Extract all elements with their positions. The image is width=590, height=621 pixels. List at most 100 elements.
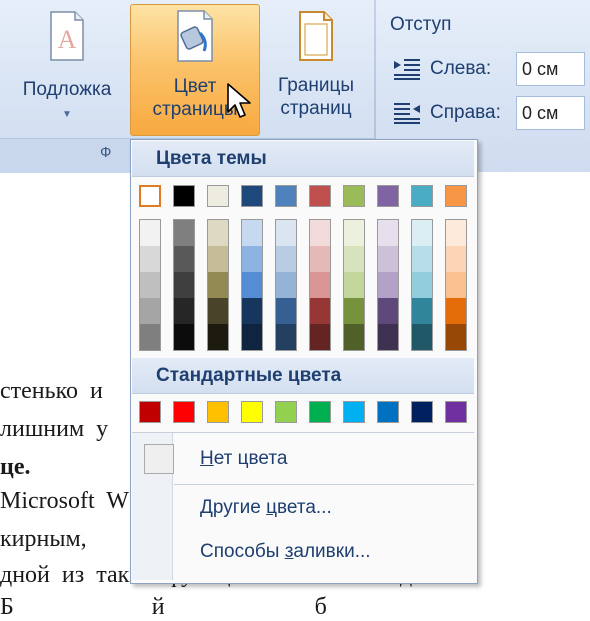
theme-colors-header: Цвета темы xyxy=(132,141,474,177)
theme-color-swatch[interactable] xyxy=(139,185,161,207)
theme-tint-swatch[interactable] xyxy=(174,220,194,246)
theme-tint-swatch[interactable] xyxy=(378,298,398,324)
theme-tint-swatch[interactable] xyxy=(276,324,296,350)
theme-tint-swatch[interactable] xyxy=(242,324,262,350)
more-colors-text-1: Другие xyxy=(200,497,267,518)
indent-right-label: Справа: xyxy=(430,102,501,123)
theme-tint-swatch[interactable] xyxy=(242,246,262,272)
theme-tint-column xyxy=(173,219,195,351)
standard-color-swatch[interactable] xyxy=(411,401,433,423)
page-borders-label-2: страниц xyxy=(280,98,352,119)
theme-tint-swatch[interactable] xyxy=(344,298,364,324)
standard-color-swatch[interactable] xyxy=(241,401,263,423)
fill-effects-item[interactable]: Способы заливки... xyxy=(200,541,371,563)
theme-tint-swatch[interactable] xyxy=(446,324,466,350)
theme-color-swatch[interactable] xyxy=(173,185,195,207)
theme-tint-swatch[interactable] xyxy=(344,272,364,298)
theme-tint-swatch[interactable] xyxy=(446,246,466,272)
theme-tint-swatch[interactable] xyxy=(140,272,160,298)
theme-tint-swatch[interactable] xyxy=(412,298,432,324)
theme-tint-swatch[interactable] xyxy=(412,220,432,246)
indent-right-field[interactable]: 0 см xyxy=(516,96,585,130)
theme-tint-swatch[interactable] xyxy=(140,298,160,324)
more-colors-item[interactable]: Другие цвета... xyxy=(200,497,332,519)
theme-tint-swatch[interactable] xyxy=(174,272,194,298)
theme-tint-swatch[interactable] xyxy=(310,298,330,324)
theme-tint-swatch[interactable] xyxy=(242,220,262,246)
theme-tint-swatch[interactable] xyxy=(242,298,262,324)
theme-tint-swatch[interactable] xyxy=(208,246,228,272)
theme-color-swatch[interactable] xyxy=(343,185,365,207)
theme-tint-swatch[interactable] xyxy=(446,298,466,324)
theme-tint-swatch[interactable] xyxy=(276,272,296,298)
indent-left-label: Слева: xyxy=(430,58,492,79)
standard-color-swatch[interactable] xyxy=(377,401,399,423)
theme-color-swatch[interactable] xyxy=(207,185,229,207)
doc-line: це. xyxy=(0,454,31,480)
indent-left-icon xyxy=(394,59,420,80)
theme-tint-swatch[interactable] xyxy=(344,246,364,272)
watermark-button[interactable]: A Подложка ▼ xyxy=(6,6,128,136)
no-color-item[interactable]: Нет цвета xyxy=(200,448,287,470)
standard-colors-header: Стандартные цвета xyxy=(132,358,474,394)
theme-tint-swatch[interactable] xyxy=(378,246,398,272)
standard-color-swatch[interactable] xyxy=(309,401,331,423)
theme-color-swatch[interactable] xyxy=(377,185,399,207)
theme-tint-swatch[interactable] xyxy=(174,246,194,272)
theme-tint-swatch[interactable] xyxy=(412,272,432,298)
theme-tint-swatch[interactable] xyxy=(378,272,398,298)
theme-tint-swatch[interactable] xyxy=(446,272,466,298)
theme-tint-swatch[interactable] xyxy=(310,324,330,350)
theme-tint-swatch[interactable] xyxy=(412,246,432,272)
standard-color-swatch[interactable] xyxy=(445,401,467,423)
indent-left-field[interactable]: 0 см xyxy=(516,52,585,86)
theme-tint-column xyxy=(411,219,433,351)
standard-color-swatch[interactable] xyxy=(343,401,365,423)
theme-tint-swatch[interactable] xyxy=(378,220,398,246)
theme-tint-swatch[interactable] xyxy=(276,220,296,246)
theme-tint-swatch[interactable] xyxy=(344,220,364,246)
standard-color-swatch[interactable] xyxy=(173,401,195,423)
theme-tint-swatch[interactable] xyxy=(276,298,296,324)
theme-tint-swatch[interactable] xyxy=(208,220,228,246)
theme-tint-swatch[interactable] xyxy=(208,298,228,324)
mouse-cursor-icon xyxy=(227,83,251,118)
theme-tint-swatch[interactable] xyxy=(208,272,228,298)
theme-tint-swatch[interactable] xyxy=(344,324,364,350)
theme-tint-swatch[interactable] xyxy=(140,324,160,350)
theme-tint-swatch[interactable] xyxy=(446,220,466,246)
theme-tint-swatch[interactable] xyxy=(174,298,194,324)
theme-tint-swatch[interactable] xyxy=(412,324,432,350)
theme-tint-column xyxy=(139,219,161,351)
theme-color-swatch[interactable] xyxy=(445,185,467,207)
doc-line: Б й б xyxy=(0,594,327,620)
theme-tint-swatch[interactable] xyxy=(174,324,194,350)
theme-color-swatch[interactable] xyxy=(411,185,433,207)
theme-color-swatch[interactable] xyxy=(241,185,263,207)
standard-color-swatch[interactable] xyxy=(207,401,229,423)
theme-tint-swatch[interactable] xyxy=(378,324,398,350)
theme-tint-swatch[interactable] xyxy=(310,272,330,298)
menu-separator xyxy=(132,432,474,433)
paint-bucket-icon xyxy=(177,10,213,62)
indent-left-row: Слева: 0 см xyxy=(392,52,585,86)
page-borders-button[interactable]: Границы страниц xyxy=(262,6,370,136)
fill-effects-text-1: Способы xyxy=(200,541,285,562)
standard-colors-label: Стандартные цвета xyxy=(156,364,342,386)
svg-text:A: A xyxy=(58,25,77,54)
theme-tint-swatch[interactable] xyxy=(276,246,296,272)
fill-effects-text-2: аливки... xyxy=(293,541,371,562)
standard-color-swatch[interactable] xyxy=(139,401,161,423)
standard-color-swatch[interactable] xyxy=(275,401,297,423)
theme-color-swatch[interactable] xyxy=(309,185,331,207)
indent-title: Отступ xyxy=(390,14,452,35)
theme-tint-swatch[interactable] xyxy=(310,220,330,246)
theme-color-swatch[interactable] xyxy=(275,185,297,207)
theme-tint-swatch[interactable] xyxy=(208,324,228,350)
theme-tint-column xyxy=(207,219,229,351)
theme-tint-swatch[interactable] xyxy=(140,246,160,272)
theme-tint-swatch[interactable] xyxy=(310,246,330,272)
theme-tint-swatch[interactable] xyxy=(140,220,160,246)
theme-tint-column xyxy=(275,219,297,351)
theme-tint-swatch[interactable] xyxy=(242,272,262,298)
